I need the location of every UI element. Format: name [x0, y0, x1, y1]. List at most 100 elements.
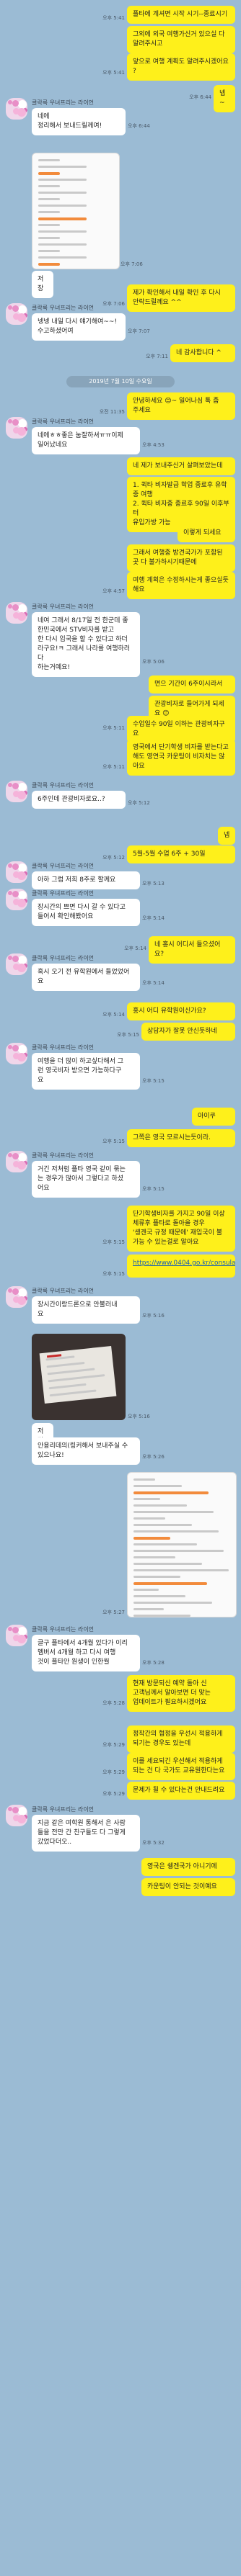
- message-text: 여행 계획은 수정하시는게 좋으실듯 해요: [133, 577, 229, 593]
- partner-message-bubble[interactable]: 넹넹 내일 다시 얘기해여~~! 수고하셨어여: [32, 313, 126, 341]
- message-timestamp: 오후 5:16: [142, 1313, 165, 1319]
- screenshot-text-line: [133, 1530, 219, 1532]
- partner-avatar[interactable]: [6, 1151, 27, 1172]
- my-message-bubble[interactable]: 앞으로 여행 계획도 알려주시겠어요 ?: [127, 53, 235, 81]
- partner-avatar[interactable]: [6, 953, 27, 975]
- partner-avatar[interactable]: [6, 98, 27, 120]
- partner-message-bubble[interactable]: 지금 같은 여학원 통해서 은 사람 들을 전만 간 친구들도 다 그렇게 갔었…: [32, 1815, 140, 1852]
- my-message-bubble[interactable]: 5월-5월 수업 6주 + 30일: [127, 845, 235, 863]
- partner-message-bubble[interactable]: 네에ㅎㅎ좋은 눔잘하셔ㅠㅠ이제 일어났네요: [32, 427, 140, 454]
- screenshot-text-line: [133, 1543, 197, 1545]
- message-text: 혹시 오기 전 유학원에서 들었었어 요: [38, 969, 130, 985]
- screenshot-text-line: [133, 1517, 165, 1520]
- my-message-bubble[interactable]: 그외에 외국 여행가신거 있으실 다 알려주시고: [127, 26, 235, 53]
- message-text: 네에 정리해서 보내드릴께여!: [38, 113, 102, 130]
- partner-message-bubble[interactable]: 6주인데 관광비자로요..?: [32, 791, 126, 809]
- screenshot-text-line: [133, 1563, 202, 1565]
- message-timestamp: 오후 5:14: [102, 1012, 125, 1018]
- my-message-bubble[interactable]: https://www.0404.go.kr/consulate/visa_tr…: [127, 1255, 235, 1278]
- partner-message-bubble[interactable]: 거긴 저처럼 플타 영국 같이 묶는 는 경우가 많아서 그렇다고 하셨 어요: [32, 1161, 140, 1198]
- partner-message-bubble[interactable]: 네에 정리해서 보내드릴께여!: [32, 108, 126, 135]
- my-message-bubble[interactable]: 네 감사합니다 ^: [170, 344, 235, 362]
- my-message-bubble[interactable]: 넵~: [214, 85, 235, 112]
- my-message-bubble[interactable]: 현재 방문되신 예약 돌아 신 고객님께서 알아보면 더 맞는 업데이트가 필요…: [127, 1675, 235, 1712]
- partner-message-bubble[interactable]: 여행을 더 많이 하고싶다해서 그 런 영국비자 받으면 가능하다구 요: [32, 1053, 140, 1090]
- message-text: 영국에서 단기학생 비자를 받는다고 해도 영연국 카운팅이 비자치는 않 아요: [133, 744, 229, 770]
- message-timestamp: 오후 6:44: [189, 94, 211, 100]
- my-message-bubble[interactable]: 단기학생비자를 가지고 90일 이상 체류후 플타로 돌아올 경우 '솅겐국 규…: [127, 1206, 235, 1252]
- screenshot-text-line: [133, 1550, 224, 1552]
- message-text: 넵~: [219, 90, 226, 107]
- partner-avatar[interactable]: [6, 303, 27, 325]
- shared-screenshot-image[interactable]: [32, 153, 120, 269]
- message-text: 현재 방문되신 예약 돌아 신 고객님께서 알아보면 더 맞는 업데이트가 필요…: [133, 1680, 211, 1706]
- partner-avatar[interactable]: [6, 602, 27, 624]
- my-message-bubble[interactable]: 아이쿠: [192, 1108, 235, 1126]
- my-message-bubble[interactable]: 넵: [218, 827, 235, 845]
- partner-message-bubble[interactable]: 저장: [32, 271, 53, 298]
- partner-avatar[interactable]: [6, 417, 27, 439]
- sender-name: 클락룩 우녀프리는 라이언: [32, 418, 95, 425]
- partner-message-bubble[interactable]: 네여 그래서 8/17일 전 한군데 좋 한민국에서 STV비자를 받고 한 다…: [32, 612, 140, 677]
- avatar-pattern-dot: [17, 427, 26, 436]
- message-timestamp: 오후 4:57: [102, 588, 125, 594]
- my-message-bubble[interactable]: 네 홍시 어디서 들으셨어요?: [149, 936, 235, 964]
- my-message-bubble[interactable]: 안녕하세요 😊~ 일어나심 톡 좀 주세요: [127, 392, 235, 420]
- my-message-bubble[interactable]: 면으 기간이 6주이시라서: [149, 676, 235, 694]
- screenshot-text-line: [38, 179, 87, 181]
- my-message-bubble[interactable]: 네 제가 보내주신거 살펴보았는데: [127, 457, 235, 475]
- partner-message-bubble[interactable]: 글구 플타에서 4개월 있다가 이리 멤버서 4개월 하고 다시 여행 것이 플…: [32, 1635, 140, 1671]
- avatar-pattern-dot: [12, 100, 19, 107]
- partner-message-bubble[interactable]: 장시간이랑드론으로 안불러내 요: [32, 1296, 140, 1324]
- screenshot-text-line: [133, 1576, 180, 1578]
- partner-message-bubble[interactable]: 안용리데의(링커해서 보내주실 수 있으나요!: [32, 1437, 140, 1465]
- screenshot-text-line: [38, 205, 87, 207]
- my-message-bubble[interactable]: 카운팅이 안되는 것이예요: [141, 1878, 235, 1896]
- partner-message-bubble[interactable]: 장시간의 쁘면 다시 갈 수 있다고 들어서 확인해봤어요: [32, 899, 140, 926]
- my-message-bubble[interactable]: 상담자가 잘못 안신듯하네: [141, 1023, 235, 1041]
- screenshot-text-line: [133, 1608, 164, 1610]
- partner-avatar[interactable]: [6, 861, 27, 883]
- partner-avatar[interactable]: [6, 1805, 27, 1826]
- paper-text-line: [47, 1368, 95, 1375]
- my-message-bubble[interactable]: 제가 확인해서 내일 확인 후 다시 안락드릴께요 ^^: [127, 284, 235, 312]
- message-timestamp: 오후 7:06: [120, 261, 143, 267]
- my-message-bubble[interactable]: 그래서 여행중 방견국가가 포함된 곳 다 불가하시기때문에: [127, 544, 235, 572]
- sender-name: 클락룩 우녀프리는 라이언: [32, 603, 95, 610]
- my-message-bubble[interactable]: 그쪽은 영국 모르시는듯이라.: [127, 1129, 235, 1147]
- screenshot-text-line: [38, 250, 60, 252]
- shared-screenshot-image[interactable]: [127, 1472, 237, 1617]
- screenshot-text-line: [38, 263, 60, 266]
- screenshot-text-line: [38, 256, 87, 259]
- my-message-bubble[interactable]: 문제가 될 수 있다는건 안내드려요: [127, 1782, 235, 1800]
- avatar-pattern-dot: [17, 1635, 26, 1643]
- partner-message-bubble[interactable]: 혹시 오기 전 유학원에서 들었었어 요: [32, 964, 140, 991]
- partner-avatar[interactable]: [6, 1286, 27, 1308]
- avatar-pattern-dot: [17, 791, 26, 799]
- shared-photo[interactable]: [32, 1334, 126, 1420]
- chat-view: 플타에 계셔면 시작 시기--종료시기 오후 5:41 그외에 외국 여행가신거 있…: [0, 0, 241, 2576]
- partner-message-bubble[interactable]: 아하 그럼 저희 8주로 할께요: [32, 871, 140, 889]
- partner-avatar[interactable]: [6, 1625, 27, 1646]
- avatar-pattern-dot: [12, 604, 19, 611]
- my-message-bubble[interactable]: 여행 계획은 수정하시는게 좋으실듯 해요: [127, 572, 235, 599]
- my-message-bubble[interactable]: 이렇게 되세요: [178, 524, 235, 542]
- my-message-bubble[interactable]: 영국은 쉥겐국가 아니기에: [141, 1858, 235, 1876]
- partner-avatar[interactable]: [6, 781, 27, 802]
- screenshot-text-line: [133, 1504, 187, 1507]
- my-message-bubble[interactable]: 이를 세요되긴 우선해서 적용하게 되는 건 다 국가도 교유원한다는요: [127, 1753, 235, 1780]
- partner-avatar[interactable]: [6, 889, 27, 910]
- message-text: 수업일수 90일 이하는 관광비자구요: [133, 721, 225, 737]
- screenshot-text-line: [133, 1478, 155, 1481]
- my-message-bubble[interactable]: 영국에서 단기학생 비자를 받는다고 해도 영연국 카운팅이 비자치는 않 아요: [127, 739, 235, 776]
- my-message-bubble[interactable]: 정작간의 협정을 우선시 적용하게 되기는 경우도 있는데: [127, 1725, 235, 1753]
- message-timestamp: 오후 7:11: [146, 354, 168, 359]
- message-text: 장시간이랑드론으로 안불러내 요: [38, 1301, 118, 1318]
- message-timestamp: 오후 5:29: [102, 1742, 125, 1748]
- message-text: 지금 같은 여학원 통해서 은 사람 들을 전만 간 친구들도 다 그렇게 갔었…: [38, 1820, 126, 1846]
- my-message-bubble[interactable]: 홍시 어디 유학원이신가요?: [127, 1002, 235, 1020]
- partner-avatar[interactable]: [6, 1043, 27, 1064]
- message-text: 정작간의 협정을 우선시 적용하게 되기는 경우도 있는데: [133, 1731, 223, 1747]
- my-message-bubble[interactable]: 플타에 계셔면 시작 시기--종료시기: [127, 6, 235, 24]
- message-timestamp: 오후 5:12: [128, 800, 150, 806]
